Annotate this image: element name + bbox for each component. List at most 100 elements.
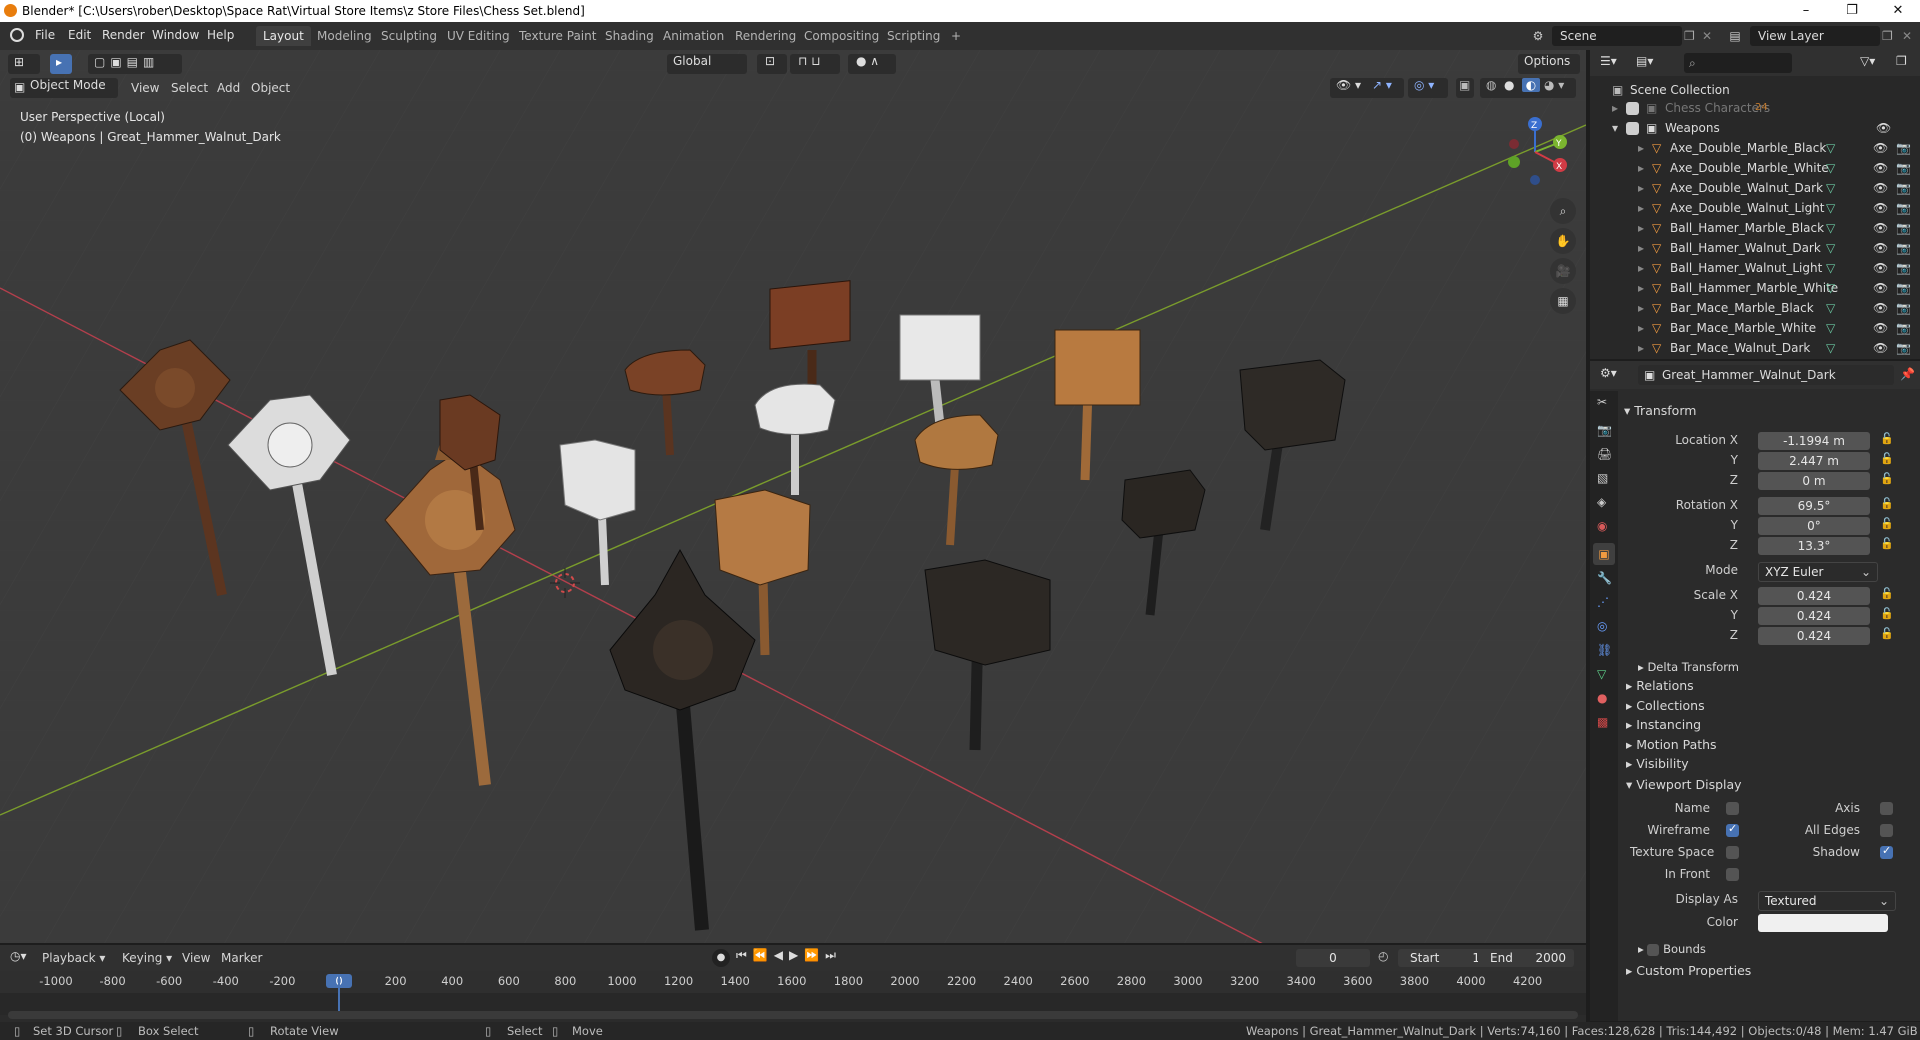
lock-icon[interactable]: 🔓 xyxy=(1880,627,1894,640)
camera-icon[interactable]: 📷 xyxy=(1896,318,1911,338)
viewport-scene[interactable] xyxy=(0,50,1586,943)
outliner-object-row[interactable]: ▸ ▽ Bar_Mace_Marble_White ▽ 👁 📷 xyxy=(1590,318,1920,338)
close-button[interactable]: ✕ xyxy=(1875,0,1920,22)
new-scene-icon[interactable]: ❐ xyxy=(1684,26,1700,46)
collection-row[interactable]: ▾ ▣ Weapons 👁 xyxy=(1590,118,1920,138)
tab-scripting[interactable]: Scripting xyxy=(880,26,947,46)
collapse-arrow-icon[interactable]: ▾ xyxy=(1612,118,1618,138)
custom-properties-panel-header[interactable]: ▸ Custom Properties xyxy=(1626,961,1751,981)
clock-icon[interactable]: ◴ xyxy=(1378,949,1388,963)
modifier-tab-icon[interactable]: 🔧 xyxy=(1597,571,1612,585)
panel-header-visibility[interactable]: ▸ Visibility xyxy=(1626,754,1689,774)
minimize-button[interactable]: – xyxy=(1783,0,1829,22)
pivot-point-button[interactable]: ⊡ xyxy=(757,54,787,74)
rotation-x-field[interactable]: 69.5° xyxy=(1758,497,1870,515)
constraints-tab-icon[interactable]: ⛓ xyxy=(1597,643,1612,657)
panel-header-instancing[interactable]: ▸ Instancing xyxy=(1626,715,1701,735)
display-as-dropdown[interactable]: Textured ⌄ xyxy=(1758,891,1896,911)
delta-transform-panel-header[interactable]: ▸ Delta Transform xyxy=(1638,657,1739,677)
add-workspace-button[interactable]: + xyxy=(944,26,968,46)
viewport-menu-add[interactable]: Add xyxy=(217,78,240,98)
tab-rendering[interactable]: Rendering xyxy=(728,26,803,46)
tab-texture-paint[interactable]: Texture Paint xyxy=(512,26,603,46)
scale-z-field[interactable]: 0.424 xyxy=(1758,627,1870,645)
lock-icon[interactable]: 🔓 xyxy=(1880,472,1894,485)
eye-icon[interactable]: 👁 xyxy=(1873,258,1888,278)
panel-header-collections[interactable]: ▸ Collections xyxy=(1626,696,1705,716)
location-y-field[interactable]: 2.447 m xyxy=(1758,452,1870,470)
outliner-object-row[interactable]: ▸ ▽ Axe_Double_Walnut_Dark ▽ 👁 📷 xyxy=(1590,178,1920,198)
view-layer-icon[interactable]: ▤ xyxy=(1724,26,1746,46)
viewport-display-panel-header[interactable]: ▾ Viewport Display xyxy=(1626,775,1742,795)
delete-view-layer-icon[interactable]: ✕ xyxy=(1902,26,1914,46)
location-x-field[interactable]: -1.1994 m xyxy=(1758,432,1870,450)
tab-sculpting[interactable]: Sculpting xyxy=(374,26,444,46)
delete-scene-icon[interactable]: ✕ xyxy=(1702,26,1714,46)
eye-icon[interactable]: 👁 xyxy=(1873,198,1888,218)
camera-icon[interactable]: 📷 xyxy=(1896,258,1911,278)
scene-collection-row[interactable]: ▣ Scene Collection xyxy=(1590,80,1920,100)
scene-icon[interactable]: ⚙ xyxy=(1527,26,1549,46)
expand-arrow-icon[interactable]: ▸ xyxy=(1638,218,1644,238)
expand-arrow-icon[interactable]: ▸ xyxy=(1638,238,1644,258)
scene-field[interactable]: Scene xyxy=(1552,26,1682,46)
all-edges-checkbox[interactable] xyxy=(1880,824,1893,837)
rotation-y-field[interactable]: 0° xyxy=(1758,517,1870,535)
start-frame-field[interactable]: Start 1 xyxy=(1398,949,1488,967)
material-preview-icon[interactable]: ◐ xyxy=(1522,78,1540,92)
display-mode-icon[interactable]: ▤▾ xyxy=(1636,54,1653,68)
collection-checkbox[interactable] xyxy=(1626,102,1639,115)
eye-icon[interactable]: 👁 xyxy=(1873,318,1888,338)
select-mode-buttons[interactable]: ▢▣▤▥ xyxy=(88,54,182,74)
location-z-field[interactable]: 0 m xyxy=(1758,472,1870,490)
gizmo-toggle[interactable]: ↗ ▾ xyxy=(1366,78,1404,98)
outliner-object-row[interactable]: ▸ ▽ Ball_Hamer_Marble_Black ▽ 👁 📷 xyxy=(1590,218,1920,238)
viewport-menu-object[interactable]: Object xyxy=(251,78,290,98)
expand-arrow-icon[interactable]: ▸ xyxy=(1638,298,1644,318)
eye-icon[interactable]: 👁 xyxy=(1873,278,1888,298)
outliner-object-row[interactable]: ▸ ▽ Axe_Double_Marble_White ▽ 👁 📷 xyxy=(1590,158,1920,178)
menu-edit[interactable]: Edit xyxy=(68,28,91,42)
timeline-scrollbar[interactable] xyxy=(8,1011,1578,1019)
camera-icon[interactable]: 📷 xyxy=(1896,298,1911,318)
end-frame-field[interactable]: End 2000 xyxy=(1478,949,1574,967)
rotation-mode-dropdown[interactable]: XYZ Euler ⌄ xyxy=(1758,562,1878,582)
tab-animation[interactable]: Animation xyxy=(656,26,731,46)
playback-controls[interactable]: ⏮⏪◀▶⏩⏭ xyxy=(736,948,842,963)
texture-space-checkbox[interactable] xyxy=(1726,846,1739,859)
outliner-object-row[interactable]: ▸ ▽ Axe_Double_Walnut_Light ▽ 👁 📷 xyxy=(1590,198,1920,218)
panel-header-motion-paths[interactable]: ▸ Motion Paths xyxy=(1626,735,1717,755)
scene-tab-icon[interactable]: ◈ xyxy=(1597,495,1606,509)
timeline-menu-playback[interactable]: Playback ▾ xyxy=(42,948,105,968)
tab-modeling[interactable]: Modeling xyxy=(310,26,379,46)
eye-icon[interactable]: 👁 xyxy=(1873,138,1888,158)
outliner-editor-type-icon[interactable]: ☰▾ xyxy=(1600,54,1617,68)
rendered-shading-icon[interactable]: ◕ ▾ xyxy=(1544,78,1564,92)
zoom-icon[interactable]: ⌕ xyxy=(1550,198,1576,224)
shading-mode-buttons[interactable]: ◍ ● ◐ ◕ ▾ xyxy=(1480,78,1576,98)
menu-window[interactable]: Window xyxy=(152,28,199,42)
world-tab-icon[interactable]: ◉ xyxy=(1597,519,1607,533)
expand-arrow-icon[interactable]: ▸ xyxy=(1612,98,1618,118)
timeline-editor-type-icon[interactable]: ◷▾ xyxy=(10,949,27,963)
camera-icon[interactable]: 📷 xyxy=(1896,278,1911,298)
timeline-menu-view[interactable]: View xyxy=(182,948,210,968)
timeline-ruler[interactable]: -1000-800-600-400-2000200400600800100012… xyxy=(0,971,1586,993)
lock-icon[interactable]: 🔓 xyxy=(1880,432,1894,445)
expand-arrow-icon[interactable]: ▸ xyxy=(1638,158,1644,178)
eye-icon[interactable]: 👁 xyxy=(1873,158,1888,178)
pin-icon[interactable]: 📌 xyxy=(1900,367,1915,381)
color-swatch[interactable] xyxy=(1758,914,1888,932)
bounds-panel-header[interactable]: ▸ Bounds xyxy=(1638,939,1706,959)
tool-tab-icon[interactable]: ✂ xyxy=(1597,395,1607,409)
current-frame-field[interactable]: 0 xyxy=(1296,949,1370,967)
tab-compositing[interactable]: Compositing xyxy=(797,26,886,46)
outliner-object-row[interactable]: ▸ ▽ Bar_Mace_Walnut_Dark ▽ 👁 📷 xyxy=(1590,338,1920,358)
lock-icon[interactable]: 🔓 xyxy=(1880,607,1894,620)
eye-icon[interactable]: 👁 xyxy=(1873,238,1888,258)
bounds-checkbox[interactable] xyxy=(1647,943,1660,956)
panel-header-relations[interactable]: ▸ Relations xyxy=(1626,676,1694,696)
eye-icon[interactable]: 👁 xyxy=(1873,298,1888,318)
camera-icon[interactable]: 📷 xyxy=(1896,178,1911,198)
expand-arrow-icon[interactable]: ▸ xyxy=(1638,278,1644,298)
